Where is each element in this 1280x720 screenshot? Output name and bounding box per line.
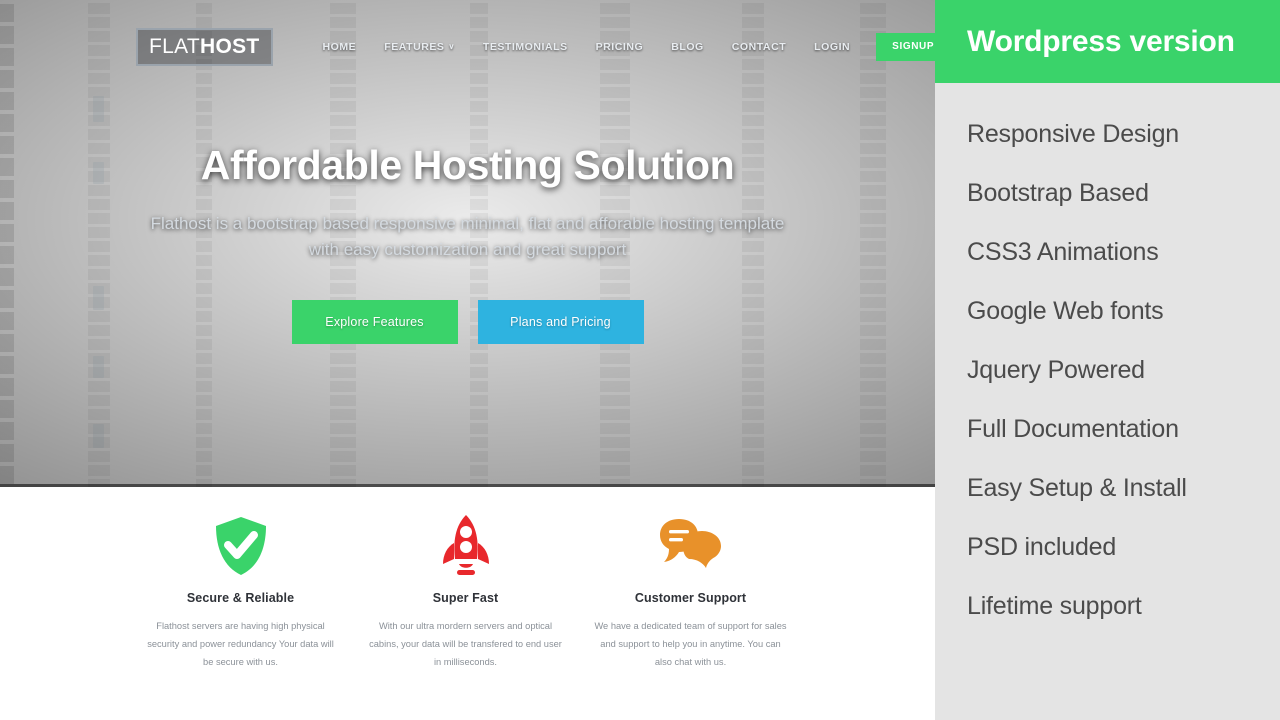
feature-text: Flathost servers are having high physica… bbox=[147, 621, 334, 668]
sidebar-item-google-web-fonts: Google Web fonts bbox=[967, 297, 1164, 325]
nav-item-label: HOME bbox=[322, 41, 357, 53]
nav-item-home[interactable]: HOME bbox=[309, 35, 371, 59]
hero-section: FLATHOST HOME FEATURES ∨ TESTIMONIALS PRI… bbox=[0, 0, 935, 487]
sidebar-item-easy-setup-install: Easy Setup & Install bbox=[967, 474, 1187, 502]
hero-subtitle: Flathost is a bootstrap based responsive… bbox=[150, 214, 785, 260]
nav-item-label: BLOG bbox=[671, 41, 704, 53]
sidebar-header-title: Wordpress version bbox=[967, 24, 1235, 58]
sidebar-item-responsive-design: Responsive Design bbox=[967, 120, 1179, 148]
feature-title: Secure & Reliable bbox=[186, 591, 295, 605]
promo-sidebar: Wordpress version Responsive Design Boot… bbox=[935, 0, 1280, 720]
feature-text: We have a dedicated team of support for … bbox=[594, 621, 787, 668]
screenshot-root: FLATHOST HOME FEATURES ∨ TESTIMONIALS PRI… bbox=[0, 0, 1280, 720]
sidebar-feature-list: Responsive Design Bootstrap Based CSS3 A… bbox=[935, 83, 1280, 720]
nav-item-label: LOGIN bbox=[814, 41, 851, 53]
chevron-down-icon: ∨ bbox=[448, 42, 455, 51]
feature-card-secure-reliable: Secure & Reliable Flathost servers are h… bbox=[128, 509, 353, 720]
nav-item-login[interactable]: LOGIN bbox=[800, 35, 864, 59]
feature-title: Customer Support bbox=[634, 591, 747, 605]
server-led-icon bbox=[93, 356, 104, 378]
nav-item-label: CONTACT bbox=[731, 41, 787, 53]
explore-features-button[interactable]: Explore Features bbox=[291, 299, 458, 344]
feature-card-customer-support: Customer Support We have a dedicated tea… bbox=[578, 509, 803, 720]
sidebar-item-full-documentation: Full Documentation bbox=[967, 415, 1179, 443]
sidebar-item-psd-included: PSD included bbox=[967, 533, 1117, 561]
nav-item-blog[interactable]: BLOG bbox=[657, 35, 718, 59]
sidebar-header: Wordpress version bbox=[935, 0, 1280, 83]
nav-links: HOME FEATURES ∨ TESTIMONIALS PRICING BLOG bbox=[309, 33, 935, 61]
sidebar-item-lifetime-support: Lifetime support bbox=[967, 592, 1142, 620]
logo-text-light: FLAT bbox=[149, 35, 200, 58]
hero-buttons: Explore Features Plans and Pricing bbox=[0, 299, 935, 344]
signup-button[interactable]: SIGNUP bbox=[876, 33, 935, 61]
logo-text-bold: HOST bbox=[199, 35, 260, 58]
hero-title: Affordable Hosting Solution bbox=[200, 142, 735, 188]
nav-item-contact[interactable]: CONTACT bbox=[718, 35, 800, 59]
feature-text: With our ultra mordern servers and optic… bbox=[369, 621, 562, 668]
nav-item-testimonials[interactable]: TESTIMONIALS bbox=[469, 35, 582, 59]
sidebar-item-bootstrap-based: Bootstrap Based bbox=[967, 179, 1149, 207]
feature-card-super-fast: Super Fast With our ultra mordern server… bbox=[353, 509, 578, 720]
nav-item-features[interactable]: FEATURES ∨ bbox=[370, 35, 469, 59]
navbar: FLATHOST HOME FEATURES ∨ TESTIMONIALS PRI… bbox=[0, 0, 935, 70]
nav-item-label: PRICING bbox=[595, 41, 644, 53]
features-section: Secure & Reliable Flathost servers are h… bbox=[0, 487, 935, 720]
chat-bubbles-icon bbox=[578, 509, 803, 583]
server-led-icon bbox=[93, 424, 104, 448]
nav-item-label: FEATURES bbox=[384, 41, 445, 53]
rocket-icon bbox=[353, 509, 578, 583]
feature-title: Super Fast bbox=[432, 591, 499, 605]
hero-content: Affordable Hosting Solution Flathost is … bbox=[0, 142, 935, 344]
website-preview: FLATHOST HOME FEATURES ∨ TESTIMONIALS PRI… bbox=[0, 0, 935, 720]
site-logo[interactable]: FLATHOST bbox=[136, 28, 273, 66]
sidebar-item-jquery-powered: Jquery Powered bbox=[967, 356, 1145, 384]
nav-item-label: TESTIMONIALS bbox=[482, 41, 568, 53]
plans-and-pricing-button[interactable]: Plans and Pricing bbox=[477, 299, 644, 344]
sidebar-item-css3-animations: CSS3 Animations bbox=[967, 238, 1159, 266]
server-led-icon bbox=[93, 96, 104, 122]
nav-item-pricing[interactable]: PRICING bbox=[582, 35, 658, 59]
shield-check-icon bbox=[128, 509, 353, 583]
